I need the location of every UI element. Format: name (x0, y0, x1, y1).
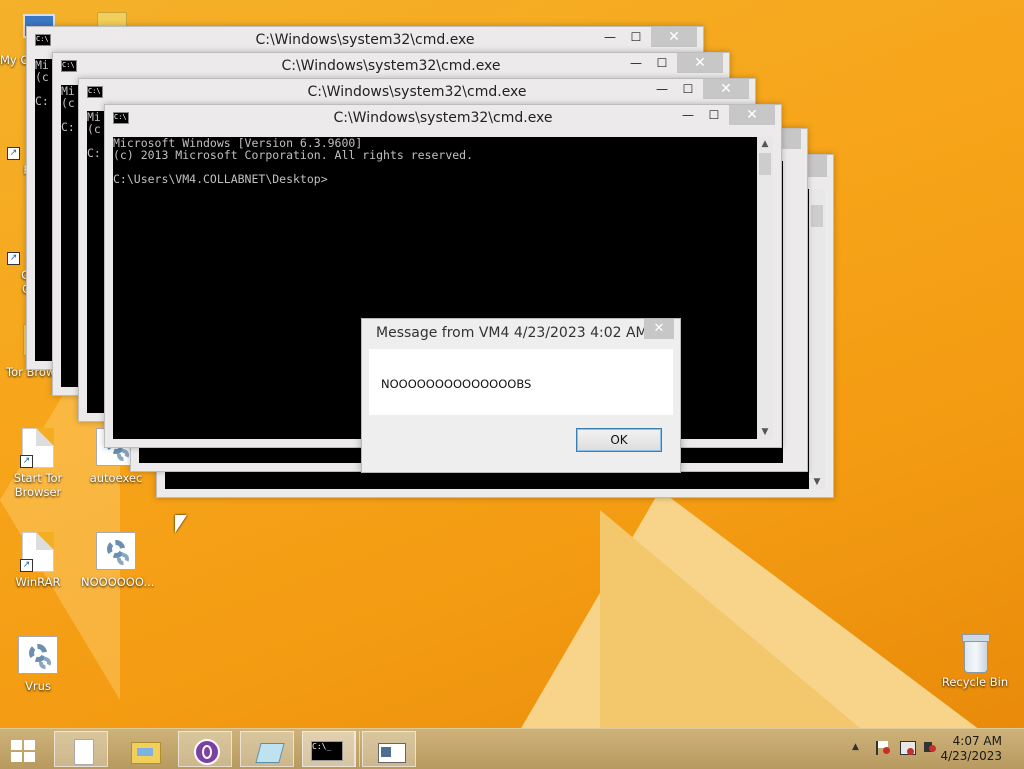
minimize-button[interactable]: — (623, 54, 649, 72)
volume-icon[interactable] (924, 742, 936, 752)
maximize-button[interactable]: ☐ (649, 54, 675, 72)
desktop-icon-label: Vrus (25, 679, 51, 693)
document-shortcut-icon: ↗ (18, 532, 58, 572)
gear-icon (18, 636, 58, 676)
close-button[interactable]: ✕ (651, 27, 697, 47)
desktop-icon-winrar[interactable]: ↗ WinRAR (3, 532, 73, 589)
desktop-icon-start-tor-browser[interactable]: ↗ Start Tor Browser (3, 428, 73, 499)
desktop-icon-label: Start Tor Browser (13, 471, 63, 499)
taskbar-notepad[interactable] (240, 731, 294, 767)
close-button[interactable]: ✕ (729, 105, 775, 125)
taskbar-file-explorer[interactable] (116, 731, 170, 767)
maximize-button[interactable]: ☐ (623, 28, 649, 46)
cmd-glyph: C:\_ (311, 741, 343, 761)
mouse-cursor-icon (175, 515, 187, 533)
action-center-flag-icon[interactable] (876, 741, 892, 755)
shortcut-icon: ↗ (5, 245, 25, 265)
dialog-title: Message from VM4 4/23/2023 4:02 AM (376, 325, 648, 341)
title-bar[interactable]: C:\ C:\Windows\system32\cmd.exe — ☐ ✕ (105, 105, 781, 131)
cmd-icon: C:\_ (311, 739, 343, 761)
desktop-icon-label: NOOOOOO... (81, 575, 155, 589)
gear-icon (96, 532, 136, 572)
file-icon (70, 739, 94, 765)
show-hidden-icons-arrow[interactable]: ▲ (852, 742, 859, 752)
title-bar[interactable]: C:\ C:\Windows\system32\cmd.exe — ☐ ✕ (53, 53, 729, 79)
ok-button[interactable]: OK (576, 428, 662, 452)
taskbar: C:\_ ▲ 4:07 AM 4/23/2023 (0, 728, 1024, 769)
taskbar-stack-indicator (354, 731, 360, 767)
taskbar-file[interactable] (54, 731, 108, 767)
scroll-down-icon[interactable]: ▼ (757, 425, 773, 439)
maximize-button[interactable]: ☐ (701, 106, 727, 124)
minimize-button[interactable]: — (597, 28, 623, 46)
title-bar[interactable]: C:\ C:\Windows\system32\cmd.exe — ☐ ✕ (79, 79, 755, 105)
desktop-icon-recycle-bin[interactable]: Recycle Bin (940, 632, 1010, 689)
desktop-icon-vrus[interactable]: Vrus (3, 636, 73, 693)
desktop-icon-label: Recycle Bin (941, 675, 1009, 689)
tor-icon (194, 739, 220, 765)
close-button[interactable]: ✕ (677, 53, 723, 73)
scroll-up-icon[interactable]: ▲ (757, 137, 773, 151)
taskbar-window[interactable] (362, 731, 416, 767)
clock-time: 4:07 AM (952, 734, 1002, 748)
network-icon[interactable] (900, 741, 916, 755)
recycle-bin-icon (955, 632, 995, 673)
notepad-icon (255, 739, 285, 763)
scrollbar[interactable]: ▼ (809, 189, 825, 489)
document-shortcut-icon: ↗ (18, 428, 58, 468)
message-dialog[interactable]: Message from VM4 4/23/2023 4:02 AM ✕ NOO… (361, 318, 681, 473)
dialog-body: NOOOOOOOOOOOOOOBS (369, 349, 673, 415)
shortcut-icon: ↗ (5, 140, 25, 160)
minimize-button[interactable]: — (649, 80, 675, 98)
system-tray: ▲ (850, 729, 950, 769)
scrollbar-thumb[interactable] (759, 153, 771, 175)
window-icon (378, 739, 406, 763)
dialog-message: NOOOOOOOOOOOOOOBS (381, 377, 532, 391)
file-explorer-icon (131, 738, 161, 764)
desktop-icon-noooooo[interactable]: NOOOOOO... (81, 532, 155, 589)
start-icon (11, 740, 37, 762)
desktop: My C ↗ F ↗ G C Tor Brow ↗ Start Tor Brow… (0, 0, 1024, 728)
taskbar-cmd[interactable]: C:\_ (302, 731, 356, 767)
start-button[interactable] (0, 731, 54, 767)
clock-date: 4/23/2023 (940, 749, 1002, 763)
clock[interactable]: 4:07 AM 4/23/2023 (940, 734, 1002, 764)
scrollbar[interactable]: ▲ ▼ (757, 137, 773, 439)
taskbar-tor[interactable] (178, 731, 232, 767)
desktop-icon-label: autoexec (89, 471, 143, 485)
scroll-down-icon[interactable]: ▼ (809, 475, 825, 489)
close-button[interactable]: ✕ (644, 319, 674, 339)
wallpaper-shard (600, 510, 860, 728)
minimize-button[interactable]: — (675, 106, 701, 124)
close-button[interactable]: ✕ (703, 79, 749, 99)
title-bar[interactable]: C:\ C:\Windows\system32\cmd.exe — ☐ ✕ (27, 27, 703, 53)
maximize-button[interactable]: ☐ (675, 80, 701, 98)
desktop-icon-label: WinRAR (15, 575, 61, 589)
